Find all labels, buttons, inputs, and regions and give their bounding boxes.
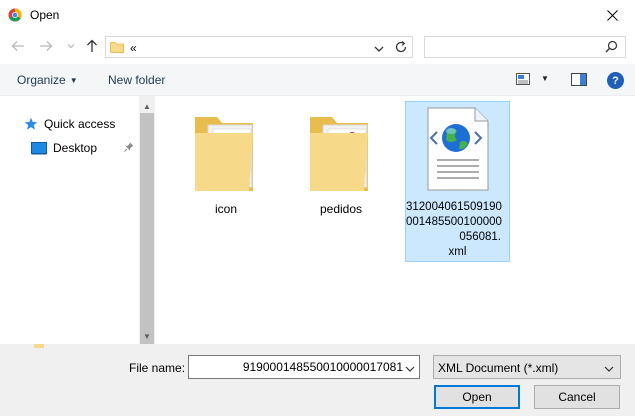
help-button[interactable]: ? [607, 72, 624, 89]
folder-icon [110, 41, 124, 56]
pin-icon [124, 141, 134, 155]
back-arrow-icon [11, 41, 24, 51]
view-options-icon [516, 73, 530, 85]
file-name-input[interactable] [191, 360, 403, 374]
address-dropdown-button[interactable] [374, 42, 384, 56]
view-options-button[interactable] [516, 73, 530, 88]
refresh-button[interactable] [394, 40, 408, 57]
recent-locations-button[interactable] [63, 38, 79, 54]
forward-arrow-icon [40, 41, 53, 51]
window-title: Open [30, 8, 60, 22]
file-name: pedidos [319, 202, 363, 216]
file-name-line: 312004061509190 [406, 201, 502, 213]
file-name-multiline: 312004061509190 001485500100000 056081. … [406, 200, 502, 260]
desktop-icon [31, 141, 47, 154]
search-box[interactable] [424, 36, 626, 58]
file-name-line: 056081. [459, 231, 501, 243]
scroll-up-icon[interactable]: ▲ [143, 102, 151, 111]
chevron-down-icon [374, 46, 384, 52]
file-name: icon [214, 202, 237, 216]
command-toolbar: Organize ▼ New folder ▼ ? [0, 64, 635, 96]
organize-label: Organize [17, 73, 66, 87]
file-type-value: XML Document (*.xml) [438, 361, 559, 375]
organize-button[interactable]: Organize ▼ [17, 73, 78, 87]
address-bar[interactable]: « [105, 36, 413, 58]
chrome-icon [8, 8, 22, 22]
xml-file-icon [427, 107, 489, 191]
folder-icon [310, 117, 368, 191]
sidebar-item-label: Desktop [53, 141, 98, 155]
sidebar-item-quick-access[interactable]: Quick access [24, 117, 115, 131]
file-item-xml[interactable]: 312004061509190 001485500100000 056081. … [405, 101, 510, 262]
chevron-down-icon [67, 44, 75, 49]
open-button[interactable]: Open [434, 385, 520, 409]
scroll-down-icon[interactable]: ▼ [143, 332, 151, 341]
chevron-down-icon [405, 366, 415, 372]
preview-pane-icon [571, 73, 587, 86]
file-name-combobox[interactable] [188, 355, 420, 379]
view-dropdown-button[interactable]: ▼ [541, 74, 549, 83]
close-icon [606, 9, 618, 21]
up-button[interactable] [84, 38, 100, 54]
file-name-dropdown-button[interactable] [405, 362, 415, 376]
scrollbar-thumb[interactable] [140, 113, 154, 353]
search-button[interactable] [605, 40, 618, 56]
search-icon [605, 40, 618, 53]
caret-down-icon: ▼ [69, 76, 78, 85]
back-button[interactable] [10, 38, 26, 54]
navigation-pane [0, 96, 155, 344]
search-input[interactable] [429, 40, 599, 54]
folder-icon [34, 344, 44, 348]
file-name-line: 001485500100000 [406, 216, 502, 228]
sidebar-item-label: Quick access [44, 117, 116, 131]
refresh-icon [395, 41, 407, 53]
file-type-select[interactable]: XML Document (*.xml) [433, 355, 621, 379]
folder-icon [195, 117, 253, 191]
file-name-label: File name: [129, 361, 186, 375]
sidebar-item-desktop[interactable]: Desktop [31, 141, 97, 155]
close-button[interactable] [589, 0, 635, 30]
up-arrow-icon [87, 39, 97, 52]
address-path[interactable]: « [130, 41, 137, 55]
forward-button[interactable] [38, 38, 54, 54]
file-type-dropdown-button[interactable] [604, 362, 614, 376]
chevron-down-icon [604, 366, 614, 372]
title-bar: Open [0, 0, 635, 30]
sidebar-scrollbar[interactable]: ▲ ▼ [139, 96, 155, 353]
file-name-line: xml [448, 246, 467, 258]
new-folder-button[interactable]: New folder [108, 73, 165, 87]
preview-pane-button[interactable] [571, 73, 587, 89]
cancel-button[interactable]: Cancel [534, 385, 620, 409]
star-icon [24, 117, 38, 130]
